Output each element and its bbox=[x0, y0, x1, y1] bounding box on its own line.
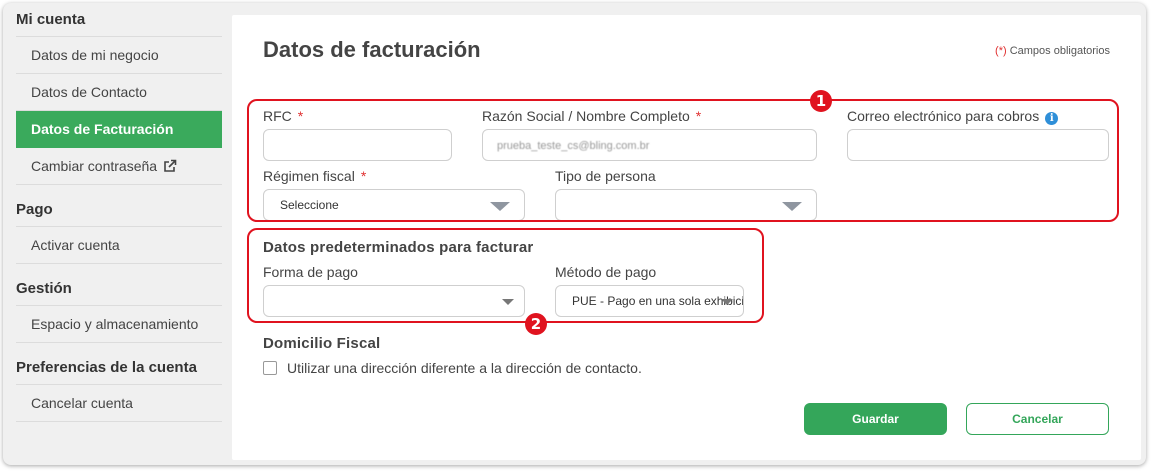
sidebar-item-label: Cambiar contraseña bbox=[31, 158, 158, 174]
required-note-text: Campos obligatorios bbox=[1006, 45, 1110, 57]
sidebar-item-datos-negocio[interactable]: Datos de mi negocio bbox=[16, 37, 222, 74]
page-title: Datos de facturación bbox=[263, 37, 481, 62]
different-address-label: Utilizar una dirección diferente a la di… bbox=[287, 360, 642, 376]
sidebar-heading-pago: Pago bbox=[16, 193, 222, 227]
sidebar-item-cancelar-cuenta[interactable]: Cancelar cuenta bbox=[16, 385, 222, 422]
sidebar-item-datos-contacto[interactable]: Datos de Contacto bbox=[16, 74, 222, 111]
annotation-box-1 bbox=[247, 99, 1119, 222]
sidebar-heading-preferencias: Preferencias de la cuenta bbox=[16, 351, 222, 385]
sidebar-heading-gestion: Gestión bbox=[16, 272, 222, 306]
sidebar-heading-mi-cuenta: Mi cuenta bbox=[16, 3, 222, 37]
required-fields-note: (*) Campos obligatorios bbox=[995, 45, 1110, 57]
annotation-box-2 bbox=[247, 228, 764, 323]
cancel-button[interactable]: Cancelar bbox=[966, 403, 1109, 435]
save-button[interactable]: Guardar bbox=[804, 403, 947, 435]
domicilio-title: Domicilio Fiscal bbox=[263, 335, 381, 352]
sidebar-item-activar-cuenta[interactable]: Activar cuenta bbox=[16, 227, 222, 264]
sidebar-item-cambiar-contrasena[interactable]: Cambiar contraseña bbox=[16, 148, 222, 185]
sidebar-item-espacio[interactable]: Espacio y almacenamiento bbox=[16, 306, 222, 343]
external-link-icon bbox=[163, 150, 177, 172]
sidebar: Mi cuenta Datos de mi negocio Datos de C… bbox=[16, 3, 222, 422]
sidebar-item-datos-facturacion[interactable]: Datos de Facturación bbox=[16, 111, 222, 148]
annotation-badge-2: 2 bbox=[525, 313, 547, 335]
required-note-marker: (*) bbox=[995, 45, 1007, 57]
different-address-checkbox[interactable] bbox=[263, 361, 277, 375]
annotation-badge-1: 1 bbox=[810, 90, 832, 112]
